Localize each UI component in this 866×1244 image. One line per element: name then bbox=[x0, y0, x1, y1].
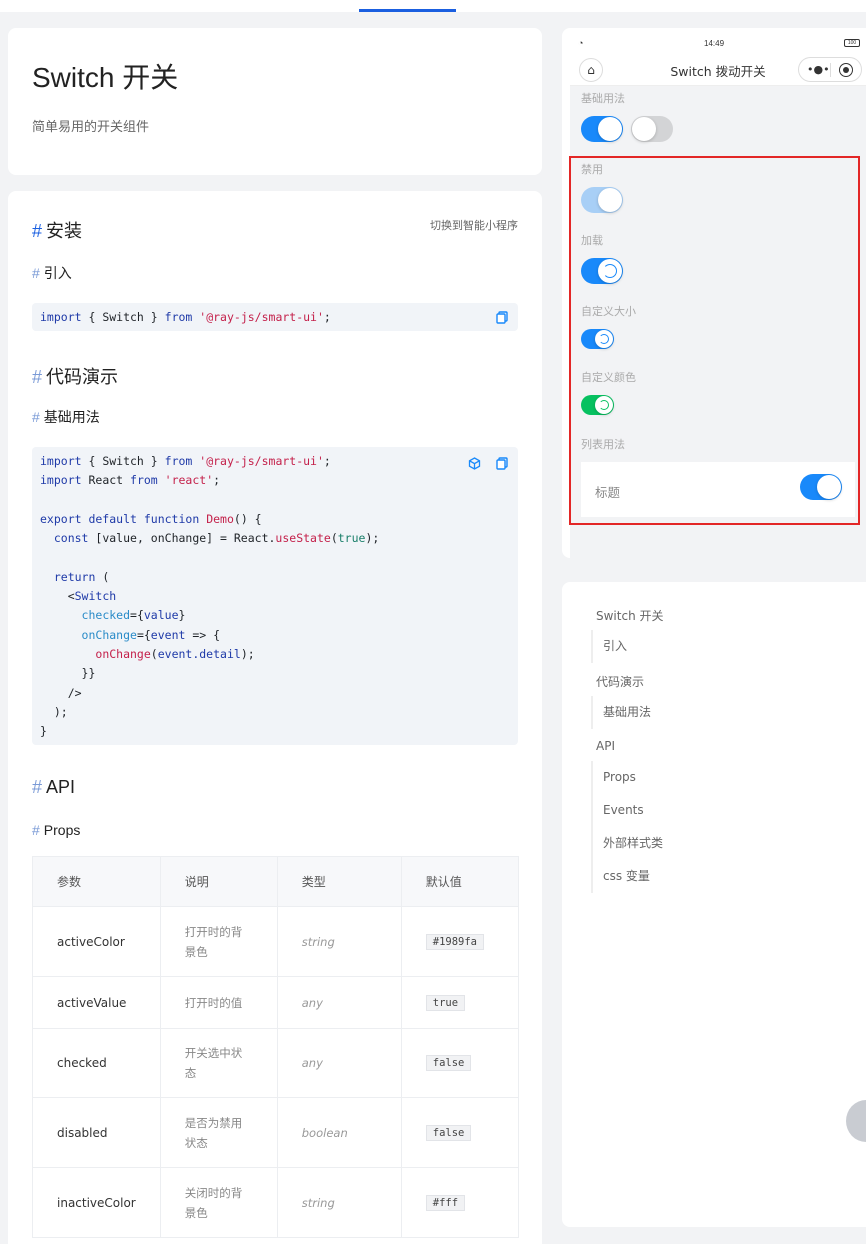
toc-item[interactable]: Events bbox=[593, 794, 791, 827]
status-bar: ◔ 14:49 100 bbox=[570, 36, 866, 52]
type-cell: boolean bbox=[276, 1097, 402, 1168]
table-row: checked 开关选中状态 any false bbox=[32, 1028, 520, 1098]
toc-item[interactable]: Props bbox=[593, 761, 791, 794]
table-header: 参数 bbox=[32, 856, 161, 907]
toc-item[interactable]: 基础用法 bbox=[593, 696, 791, 729]
switch-on[interactable] bbox=[581, 116, 623, 142]
toc-item[interactable]: 外部样式类 bbox=[593, 827, 791, 860]
title-card: Switch 开关 简单易用的开关组件 bbox=[8, 28, 542, 175]
default-cell: false bbox=[400, 1028, 520, 1098]
copy-icon[interactable] bbox=[496, 311, 510, 325]
close-miniapp-icon[interactable] bbox=[839, 63, 853, 77]
battery-icon: 100 bbox=[844, 39, 860, 47]
desc-cell: 是否为禁用状态 bbox=[159, 1097, 278, 1168]
page-subtitle: 简单易用的开关组件 bbox=[32, 120, 150, 135]
table-header: 类型 bbox=[276, 856, 402, 907]
toc-item[interactable]: Switch 开关 bbox=[596, 607, 664, 624]
anchor-hash[interactable]: # bbox=[32, 822, 40, 838]
param-cell: inactiveColor bbox=[32, 1167, 161, 1238]
props-heading: # Props bbox=[32, 822, 81, 838]
wifi-icon: ◔ bbox=[578, 38, 584, 48]
param-cell: disabled bbox=[32, 1097, 161, 1168]
default-tag: false bbox=[425, 1124, 472, 1141]
table-of-contents: Switch 开关 引入 代码演示 基础用法 API Props Events … bbox=[562, 582, 866, 1227]
toc-sub-group: 基础用法 bbox=[591, 696, 791, 729]
param-cell: activeColor bbox=[32, 906, 161, 977]
table-header-row: 参数 说明 类型 默认值 bbox=[32, 856, 520, 907]
desc-cell: 开关选中状态 bbox=[159, 1028, 278, 1098]
toc-sub-group: 引入 bbox=[591, 630, 791, 663]
page-title: Switch 开关 bbox=[32, 62, 179, 93]
api-heading: # API bbox=[32, 777, 76, 797]
copy-icon[interactable] bbox=[496, 457, 510, 471]
demo-heading: # 代码演示 bbox=[32, 367, 119, 387]
more-icon[interactable]: •●• bbox=[807, 63, 830, 76]
toc-item[interactable]: API bbox=[596, 739, 615, 753]
install-heading: # 安装 bbox=[32, 221, 83, 241]
table-row: disabled 是否为禁用状态 boolean false bbox=[32, 1097, 520, 1168]
demo-code-block: import { Switch } from '@ray-js/smart-ui… bbox=[32, 447, 518, 745]
default-tag: false bbox=[425, 1055, 472, 1071]
doc-content-card: # 安装 切换到智能小程序 # 引入 import { Switch } from … bbox=[8, 191, 542, 1244]
codesandbox-icon[interactable] bbox=[468, 457, 482, 471]
toc-item[interactable]: css 变量 bbox=[593, 860, 791, 893]
table-row: inactiveColor 关闭时的背景色 string #fff bbox=[32, 1167, 520, 1238]
type-cell: any bbox=[276, 1028, 402, 1098]
anchor-hash[interactable]: # bbox=[32, 409, 40, 425]
desc-cell: 打开时的背景色 bbox=[159, 906, 278, 977]
type-cell: string bbox=[276, 1167, 402, 1238]
anchor-hash[interactable]: # bbox=[32, 777, 42, 797]
default-cell: false bbox=[400, 1097, 520, 1168]
default-cell: true bbox=[400, 976, 520, 1029]
param-cell: activeValue bbox=[32, 976, 161, 1029]
basic-usage-heading: # 基础用法 bbox=[32, 409, 100, 425]
props-table: 参数 说明 类型 默认值 activeColor 打开时的背景色 string … bbox=[32, 856, 520, 1238]
import-code-block: import { Switch } from '@ray-js/smart-ui… bbox=[32, 303, 518, 331]
default-tag: true bbox=[425, 994, 466, 1011]
switch-off[interactable] bbox=[631, 116, 673, 142]
mini-app-navbar: ⌂ Switch 拨动开关 •●• bbox=[570, 52, 866, 86]
toc-item[interactable]: 引入 bbox=[593, 630, 791, 663]
top-nav-bar bbox=[0, 0, 866, 12]
import-heading: # 引入 bbox=[32, 265, 72, 281]
default-tag: #1989fa bbox=[425, 933, 485, 950]
capsule-menu[interactable]: •●• bbox=[798, 57, 862, 82]
anchor-hash[interactable]: # bbox=[32, 221, 42, 241]
status-time: 14:49 bbox=[704, 39, 725, 48]
switch-to-miniapp-link[interactable]: 切换到智能小程序 bbox=[430, 217, 518, 233]
desc-cell: 打开时的值 bbox=[159, 976, 278, 1029]
param-cell: checked bbox=[32, 1028, 161, 1098]
highlight-box bbox=[569, 156, 860, 525]
anchor-hash[interactable]: # bbox=[32, 367, 42, 387]
table-row: activeValue 打开时的值 any true bbox=[32, 976, 520, 1029]
default-cell: #fff bbox=[400, 1167, 520, 1238]
active-tab-indicator bbox=[359, 9, 456, 12]
type-cell: string bbox=[276, 906, 402, 977]
section-label-basic: 基础用法 bbox=[581, 92, 625, 105]
anchor-hash[interactable]: # bbox=[32, 265, 40, 281]
toc-sub-group: Props Events 外部样式类 css 变量 bbox=[591, 761, 791, 893]
table-row: activeColor 打开时的背景色 string #1989fa bbox=[32, 906, 520, 977]
default-tag: #fff bbox=[425, 1194, 466, 1211]
table-header: 默认值 bbox=[400, 856, 520, 907]
table-header: 说明 bbox=[159, 856, 278, 907]
default-cell: #1989fa bbox=[400, 906, 520, 977]
toc-item[interactable]: 代码演示 bbox=[596, 673, 644, 690]
desc-cell: 关闭时的背景色 bbox=[159, 1167, 278, 1238]
type-cell: any bbox=[276, 976, 402, 1029]
